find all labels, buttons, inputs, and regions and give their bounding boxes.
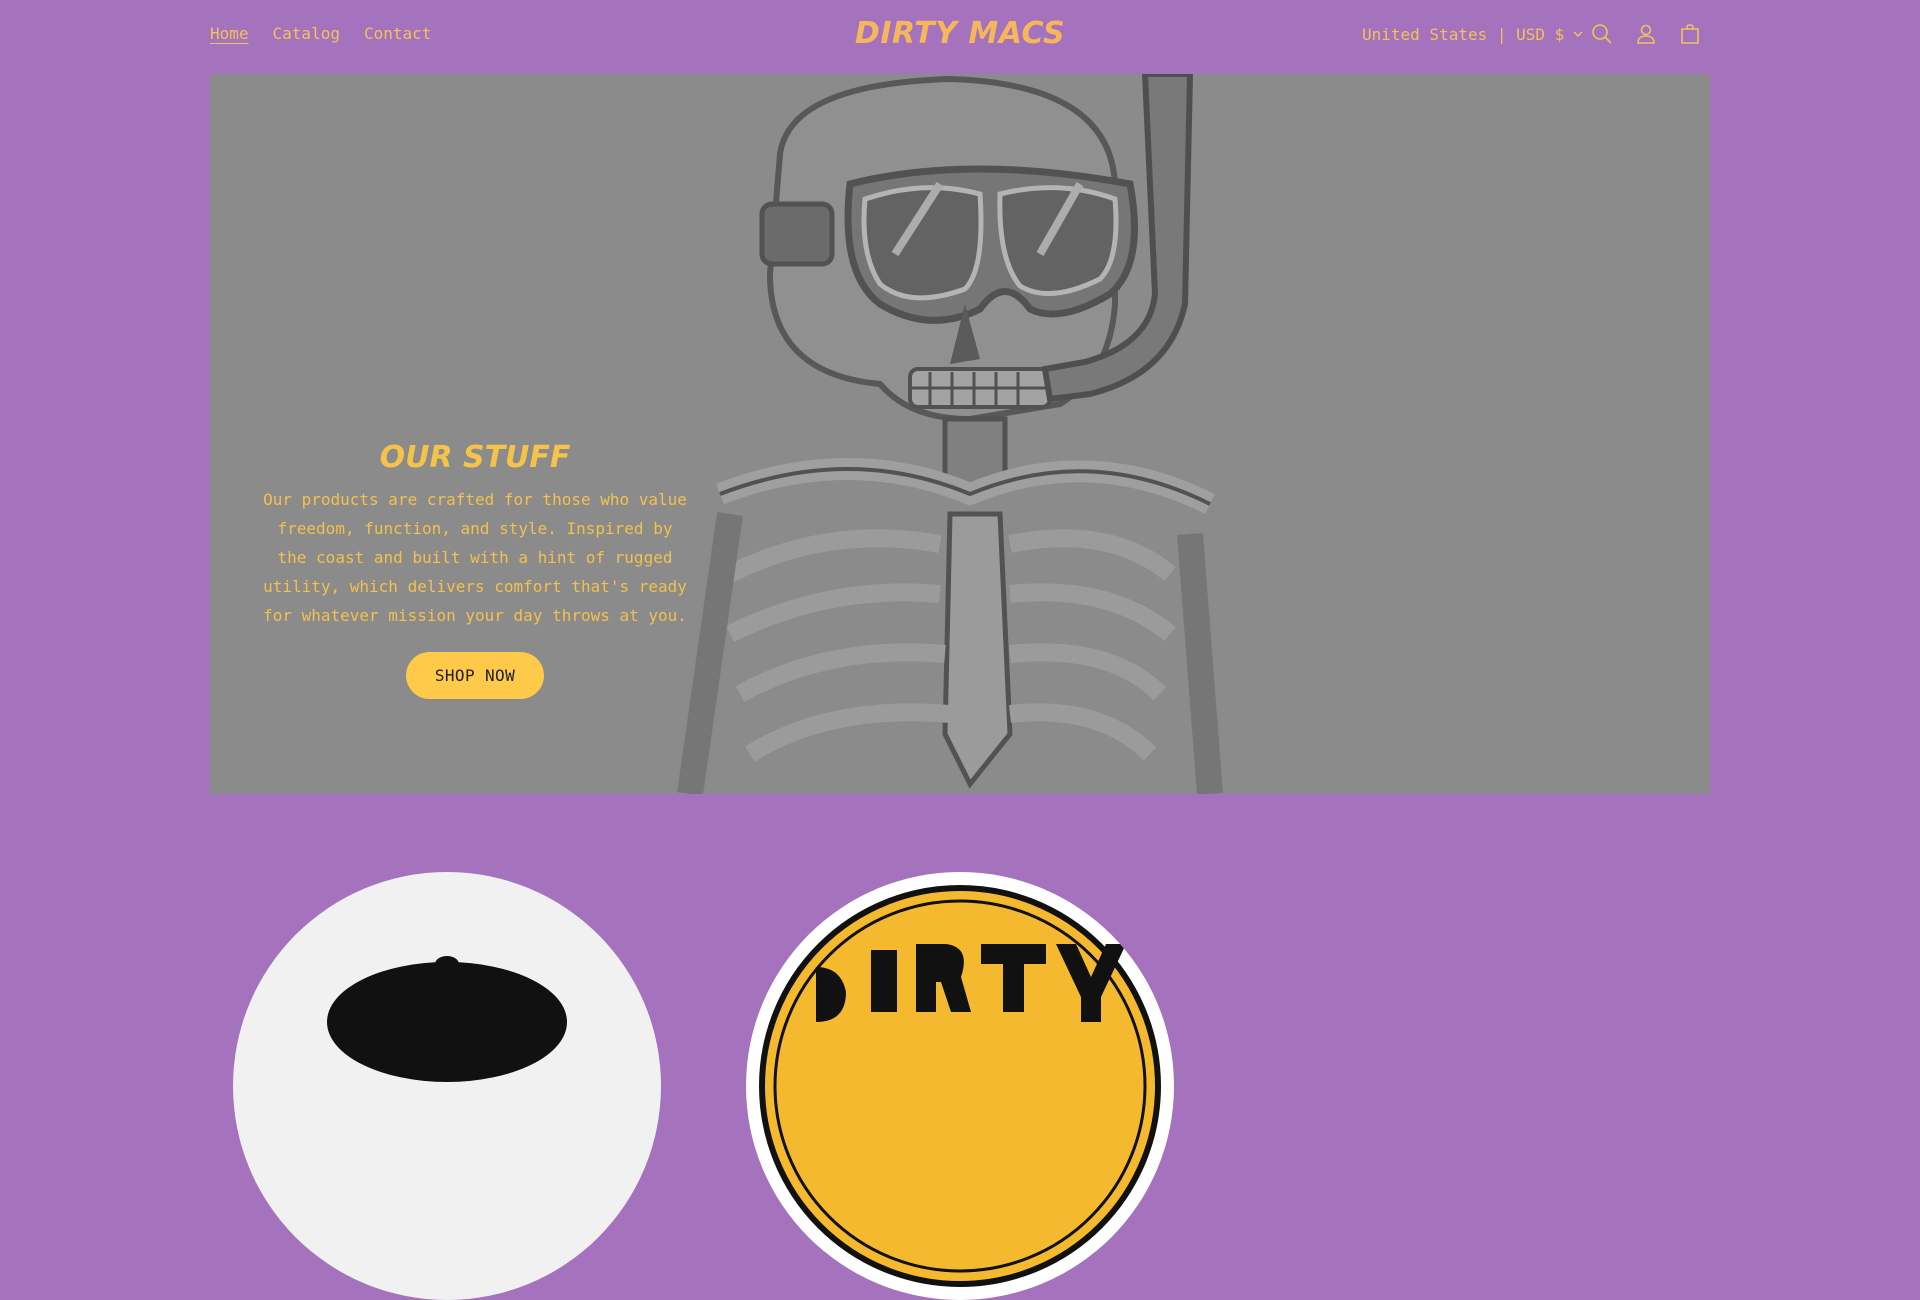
cap-icon: [327, 956, 567, 1082]
dirty-macs-sticker-icon: [759, 885, 1161, 1287]
chevron-down-icon: [1572, 25, 1584, 44]
hero-title: OUR STUFF: [379, 440, 571, 475]
country-currency-selector[interactable]: United States | USD $: [1362, 25, 1584, 44]
shop-now-button[interactable]: SHOP NOW: [405, 652, 545, 699]
locale-label: United States | USD $: [1362, 25, 1565, 44]
hero-description: Our products are crafted for those who v…: [263, 490, 687, 625]
hero-banner: OUR STUFF Our products are crafted for t…: [210, 74, 1710, 794]
header-icons: [1590, 22, 1702, 46]
collection-sticker-image[interactable]: [746, 872, 1174, 1300]
collection-cap-image[interactable]: [233, 872, 661, 1300]
search-icon[interactable]: [1590, 22, 1614, 46]
site-header: Home Catalog Contact DIRTY MACS United S…: [0, 0, 1920, 73]
cart-icon[interactable]: [1678, 22, 1702, 46]
account-icon[interactable]: [1634, 22, 1658, 46]
hero-content: OUR STUFF Our products are crafted for t…: [260, 440, 690, 699]
